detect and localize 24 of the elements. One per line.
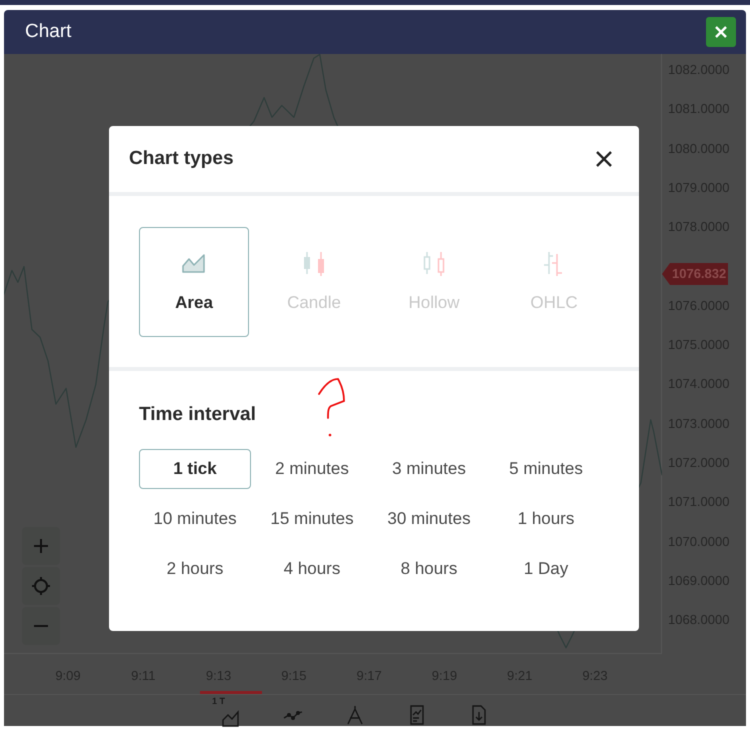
interval-option[interactable]: 4 hours — [256, 549, 368, 589]
interval-option[interactable]: 1 Day — [490, 549, 602, 589]
interval-option[interactable]: 2 minutes — [256, 449, 368, 489]
interval-option[interactable]: 15 minutes — [256, 499, 368, 539]
plus-icon — [33, 538, 49, 554]
close-icon — [714, 25, 728, 39]
minus-icon — [33, 625, 49, 627]
window-title: Chart — [25, 20, 72, 44]
interval-option[interactable]: 30 minutes — [373, 499, 485, 539]
zoom-in-button[interactable] — [22, 527, 60, 565]
interval-option[interactable]: 3 minutes — [373, 449, 485, 489]
interval-option[interactable]: 1 hours — [490, 499, 602, 539]
interval-option[interactable]: 10 minutes — [139, 499, 251, 539]
question-mark-drawing — [316, 376, 346, 438]
section-title: Time interval — [139, 405, 256, 424]
close-icon — [595, 150, 613, 168]
dialog-title: Chart types — [129, 146, 234, 171]
crosshair-icon — [31, 576, 51, 596]
interval-option[interactable]: 2 hours — [139, 549, 251, 589]
interval-option[interactable]: 5 minutes — [490, 449, 602, 489]
interval-option[interactable]: 1 tick — [139, 449, 251, 489]
chart-type-option[interactable]: Area — [139, 226, 249, 336]
recenter-button[interactable] — [22, 567, 60, 605]
interval-option[interactable]: 8 hours — [373, 549, 485, 589]
